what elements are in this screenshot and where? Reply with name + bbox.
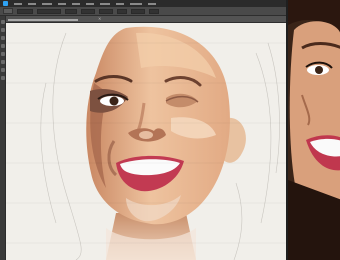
pen-tool-icon[interactable]	[1, 60, 5, 64]
menu-item-5[interactable]	[72, 2, 80, 5]
menu-item-4[interactable]	[58, 2, 66, 5]
brush-tool-icon[interactable]	[1, 44, 5, 48]
lasso-tool-icon[interactable]	[1, 36, 5, 40]
zoom-tool-icon[interactable]	[1, 76, 5, 80]
document-tab[interactable]: ×	[6, 16, 286, 23]
option-field-4[interactable]	[81, 8, 95, 14]
document-canvas[interactable]	[6, 23, 286, 260]
tool-preset-picker[interactable]	[3, 8, 13, 14]
option-field-5[interactable]	[99, 8, 113, 14]
menu-item-2[interactable]	[28, 2, 36, 5]
option-field-8[interactable]	[149, 8, 159, 14]
option-field-3[interactable]	[65, 8, 77, 14]
move-tool-icon[interactable]	[1, 20, 5, 24]
reference-photo[interactable]	[286, 0, 340, 260]
type-tool-icon[interactable]	[1, 68, 5, 72]
close-icon[interactable]: ×	[98, 17, 102, 21]
menu-item-8[interactable]	[116, 2, 124, 5]
portrait-illustration	[6, 26, 286, 260]
menu-item-7[interactable]	[100, 2, 110, 5]
menu-item-10[interactable]	[148, 2, 156, 5]
option-field-1[interactable]	[17, 8, 33, 14]
menu-item-9[interactable]	[130, 2, 142, 5]
menu-item-6[interactable]	[86, 2, 94, 5]
option-field-6[interactable]	[117, 8, 127, 14]
eraser-tool-icon[interactable]	[1, 52, 5, 56]
photoshop-logo-icon[interactable]	[3, 1, 8, 6]
marquee-tool-icon[interactable]	[1, 28, 5, 32]
iris-left	[109, 96, 119, 106]
menu-item-3[interactable]	[42, 2, 52, 5]
ref-iris	[315, 66, 323, 74]
option-field-2[interactable]	[37, 8, 61, 14]
option-field-7[interactable]	[131, 8, 145, 14]
menu-item-1[interactable]	[14, 2, 22, 5]
ref-face	[289, 21, 340, 209]
nose-highlight	[139, 131, 153, 139]
reference-portrait	[288, 0, 340, 260]
document-tab-title	[8, 18, 78, 21]
photoshop-window: ×	[0, 0, 340, 260]
